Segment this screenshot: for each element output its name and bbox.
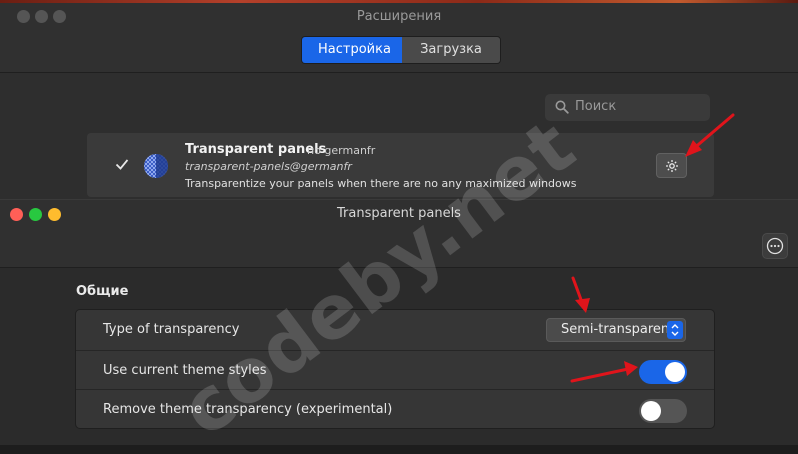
section-title: Общие <box>76 284 129 299</box>
window-title: Расширения <box>356 9 442 24</box>
tab-download[interactable]: Загрузка <box>402 37 500 63</box>
theme-styles-toggle[interactable] <box>639 360 687 384</box>
tab-switcher: Настройка Загрузка <box>301 36 501 64</box>
extension-author: по germanfr <box>307 144 376 157</box>
setting-label: Type of transparency <box>103 322 240 337</box>
remove-transparency-toggle[interactable] <box>639 399 687 423</box>
search-input[interactable]: Поиск <box>545 94 710 121</box>
extensions-window-header: Расширения Настройка Загрузка <box>0 3 798 73</box>
select-value: Semi-transparent <box>561 322 675 337</box>
select-arrows-icon <box>667 321 683 339</box>
extension-settings-button[interactable] <box>656 153 687 178</box>
search-icon <box>555 100 569 114</box>
search-placeholder: Поиск <box>575 99 617 114</box>
check-icon <box>115 159 129 170</box>
extension-list-item[interactable]: Transparent panels по germanfr transpare… <box>87 133 714 197</box>
settings-list: Type of transparency Semi-transparent Us… <box>75 309 715 429</box>
gear-icon <box>666 160 678 172</box>
extension-name: Transparent panels <box>185 142 327 157</box>
extensions-window: Расширения Настройка Загрузка Поиск Tran… <box>0 3 798 203</box>
menu-button[interactable] <box>762 233 788 259</box>
toggle-knob <box>641 401 661 421</box>
more-options-icon <box>766 237 784 255</box>
transparency-type-select[interactable]: Semi-transparent <box>546 318 686 342</box>
extension-uuid: transparent-panels@germanfr <box>185 160 352 173</box>
extension-logo-icon <box>144 154 168 178</box>
toggle-knob <box>665 362 685 382</box>
tab-manage[interactable]: Настройка <box>302 37 402 63</box>
